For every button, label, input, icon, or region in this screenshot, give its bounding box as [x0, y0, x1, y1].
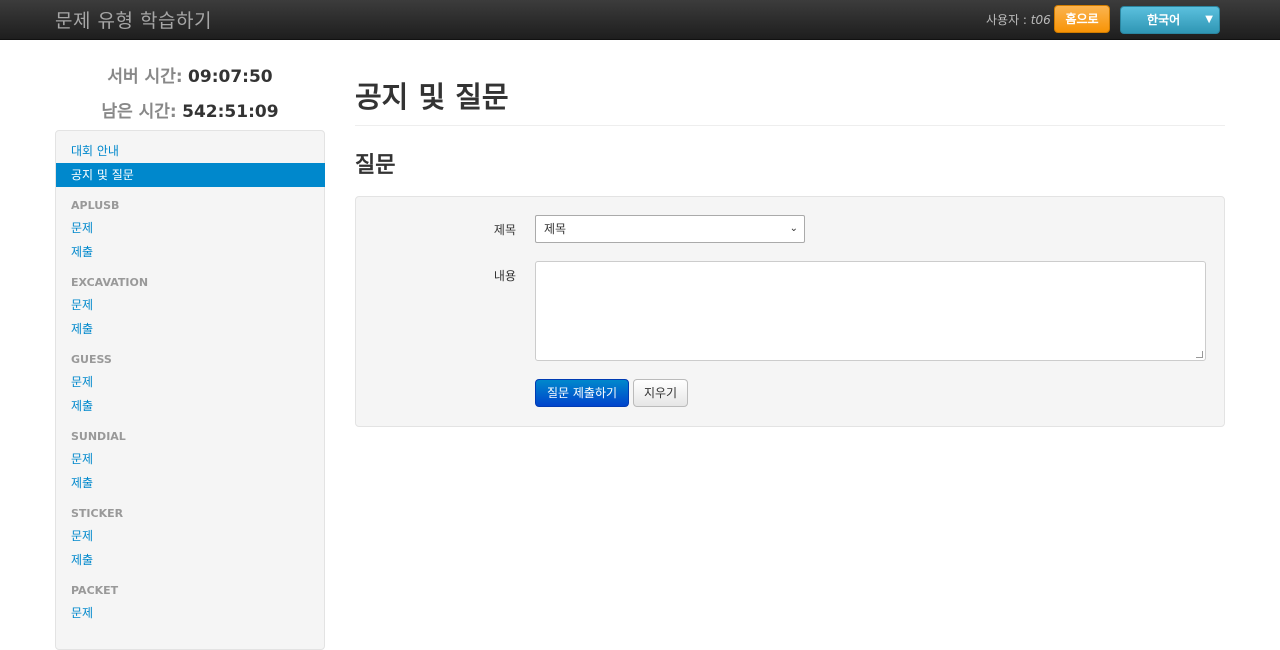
sidebar-item-sundial-problem[interactable]: 문제	[56, 447, 324, 471]
sidebar-item-guess-problem[interactable]: 문제	[56, 370, 324, 394]
chevron-down-icon: ▼	[1205, 14, 1213, 25]
subject-select-value: 제목	[544, 222, 567, 236]
user-info: 사용자 : t06	[986, 11, 1051, 28]
sidebar-item-aplusb-problem[interactable]: 문제	[56, 216, 324, 240]
resize-handle-icon[interactable]	[1196, 351, 1203, 358]
task-header-aplusb: APLUSB	[71, 199, 120, 212]
user-name: t06	[1030, 13, 1051, 27]
top-navbar: 문제 유형 학습하기 사용자 : t06 홈으로 한국어 ▼	[0, 0, 1280, 40]
home-button[interactable]: 홈으로	[1054, 5, 1110, 33]
sidebar-item-contest-info[interactable]: 대회 안내	[56, 139, 324, 163]
sidebar-item-excavation-problem[interactable]: 문제	[56, 293, 324, 317]
submit-question-button[interactable]: 질문 제출하기	[535, 379, 629, 407]
question-form: 제목 제목 ⌄ 내용 질문 제출하기 지우기	[355, 196, 1225, 427]
language-label: 한국어	[1147, 13, 1181, 27]
page-title: 공지 및 질문	[355, 80, 509, 114]
section-title: 질문	[355, 153, 396, 178]
content-textarea[interactable]	[535, 261, 1206, 361]
sidebar-item-guess-submit[interactable]: 제출	[56, 394, 324, 418]
subject-label: 제목	[493, 223, 516, 237]
task-header-guess: GUESS	[71, 353, 112, 366]
sidebar: 대회 안내 공지 및 질문 APLUSB 문제 제출 EXCAVATION 문제…	[55, 130, 325, 650]
content-label: 내용	[493, 269, 516, 283]
sidebar-item-sundial-submit[interactable]: 제출	[56, 471, 324, 495]
language-select[interactable]: 한국어 ▼	[1120, 6, 1220, 34]
task-header-sticker: STICKER	[71, 507, 124, 520]
chevron-down-icon: ⌄	[789, 223, 798, 234]
user-label: 사용자 :	[986, 13, 1031, 27]
task-header-excavation: EXCAVATION	[71, 276, 149, 289]
clear-button[interactable]: 지우기	[633, 379, 688, 407]
subject-select[interactable]: 제목 ⌄	[535, 215, 805, 243]
task-header-sundial: SUNDIAL	[71, 430, 126, 443]
remaining-time-label: 남은 시간:	[101, 102, 177, 122]
server-time-value: 09:07:50	[188, 67, 273, 87]
brand-title[interactable]: 문제 유형 학습하기	[55, 6, 212, 33]
sidebar-item-excavation-submit[interactable]: 제출	[56, 317, 324, 341]
sidebar-item-packet-problem[interactable]: 문제	[56, 601, 324, 625]
remaining-time: 남은 시간: 542:51:09	[55, 97, 325, 122]
server-time: 서버 시간: 09:07:50	[55, 62, 325, 87]
task-header-packet: PACKET	[71, 584, 119, 597]
title-divider	[355, 125, 1225, 126]
sidebar-item-sticker-submit[interactable]: 제출	[56, 548, 324, 572]
sidebar-item-sticker-problem[interactable]: 문제	[56, 524, 324, 548]
sidebar-item-aplusb-submit[interactable]: 제출	[56, 240, 324, 264]
sidebar-item-notice-questions[interactable]: 공지 및 질문	[56, 163, 325, 187]
server-time-label: 서버 시간:	[107, 67, 183, 87]
remaining-time-value: 542:51:09	[182, 102, 279, 122]
